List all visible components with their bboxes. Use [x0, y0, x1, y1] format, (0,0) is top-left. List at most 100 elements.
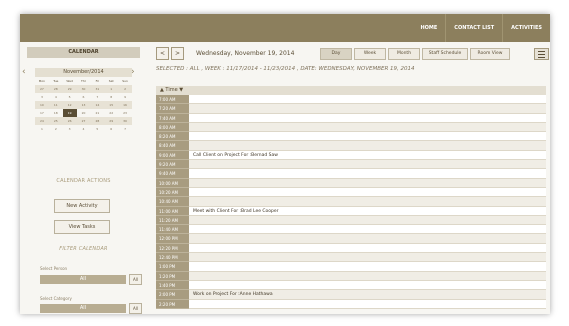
calendar-day[interactable]: 12 [62, 101, 77, 109]
calendar-day[interactable]: 27 [35, 85, 49, 93]
select-person-field[interactable]: All [40, 275, 126, 284]
calendar-day[interactable]: 19 [62, 109, 77, 117]
calendar-day[interactable]: 31 [90, 85, 105, 93]
event-cell[interactable] [189, 253, 546, 263]
calendar-day[interactable]: 4 [77, 125, 91, 133]
schedule-row[interactable]: 2:00 PM Work on Project For :Anne Hathawa [156, 290, 546, 300]
calendar-day[interactable]: 15 [104, 101, 119, 109]
calendar-day[interactable]: 6 [77, 93, 91, 101]
calendar-day[interactable]: 21 [90, 109, 104, 117]
event-cell[interactable] [189, 262, 546, 272]
schedule-row[interactable]: 10:40 AM [156, 197, 546, 207]
event-cell[interactable] [189, 243, 546, 254]
schedule-row[interactable]: 8:00 AM [156, 122, 546, 133]
calendar-day[interactable]: 22 [104, 109, 118, 117]
event-cell[interactable] [189, 113, 546, 123]
event-cell[interactable] [189, 169, 546, 179]
calendar-day[interactable]: 3 [35, 93, 49, 101]
tab-week[interactable]: Week [354, 48, 386, 60]
calendar-day[interactable]: 9 [118, 93, 132, 101]
schedule-row[interactable]: 8:20 AM [156, 132, 546, 142]
calendar-day[interactable]: 3 [63, 125, 77, 133]
calendar-day[interactable]: 5 [90, 125, 104, 133]
event-cell[interactable] [189, 141, 546, 151]
calendar-day[interactable]: 2 [49, 125, 63, 133]
event-cell[interactable] [189, 215, 546, 226]
calendar-day[interactable]: 2 [118, 85, 132, 93]
event-cell[interactable]: Call Client on Project For :Bernad Saw [189, 150, 546, 161]
calendar-day[interactable]: 11 [48, 101, 63, 109]
tab-room-view[interactable]: Room View [470, 48, 510, 60]
schedule-row[interactable]: 7:00 AM [156, 95, 546, 105]
calendar-day[interactable]: 24 [35, 117, 49, 125]
event-cell[interactable] [189, 234, 546, 244]
event-cell[interactable] [189, 178, 546, 188]
schedule-row[interactable]: 12:00 PM [156, 234, 546, 244]
schedule-row[interactable]: 1:20 PM [156, 271, 546, 281]
calendar-day[interactable]: 28 [90, 117, 105, 125]
prev-day-button[interactable]: < [156, 47, 169, 60]
event-cell[interactable] [189, 280, 546, 291]
tab-day[interactable]: Day [320, 48, 352, 60]
calendar-day[interactable]: 17 [35, 109, 49, 117]
calendar-day[interactable]: 1 [104, 85, 119, 93]
schedule-row[interactable]: 9:00 AM Call Client on Project For :Berna… [156, 150, 546, 161]
event-cell[interactable] [189, 104, 546, 114]
calendar-day[interactable]: 29 [62, 85, 77, 93]
new-activity-button[interactable]: New Activity [54, 199, 110, 213]
calendar-day[interactable]: 14 [90, 101, 105, 109]
nav-activities[interactable]: ACTIVITIES [502, 14, 550, 42]
event-cell[interactable] [189, 187, 546, 198]
event-cell[interactable]: Work on Project For :Anne Hathawa [189, 290, 546, 300]
calendar-day[interactable]: 28 [48, 85, 63, 93]
calendar-day[interactable]: 10 [35, 101, 49, 109]
schedule-row[interactable]: 11:00 AM Meet with Client For :Brad Lee C… [156, 206, 546, 216]
event-cell[interactable]: Meet with Client For :Brad Lee Cooper [189, 206, 546, 216]
event-cell[interactable] [189, 132, 546, 142]
schedule-row[interactable]: 7:20 AM [156, 104, 546, 114]
nav-contact-list[interactable]: CONTACT LIST [445, 14, 502, 42]
calendar-day[interactable]: 20 [77, 109, 91, 117]
schedule-row[interactable]: 9:20 AM [156, 160, 546, 170]
schedule-row[interactable]: 11:20 AM [156, 215, 546, 226]
calendar-day[interactable]: 5 [63, 93, 77, 101]
event-cell[interactable] [189, 122, 546, 133]
calendar-day[interactable]: 16 [118, 101, 132, 109]
calendar-day[interactable]: 18 [49, 109, 63, 117]
view-tasks-button[interactable]: View Tasks [54, 220, 110, 234]
calendar-day[interactable]: 1 [35, 125, 49, 133]
time-column-header[interactable]: ▲ Time ▼ [156, 86, 546, 95]
calendar-day[interactable]: 23 [118, 109, 132, 117]
schedule-row[interactable]: 12:20 PM [156, 243, 546, 254]
event-cell[interactable] [189, 271, 546, 281]
schedule-row[interactable]: 10:00 AM [156, 178, 546, 188]
event-cell[interactable] [189, 299, 546, 309]
calendar-day[interactable]: 13 [76, 101, 91, 109]
schedule-row[interactable]: 8:40 AM [156, 141, 546, 151]
event-cell[interactable] [189, 197, 546, 207]
select-category-field[interactable]: All [40, 304, 126, 313]
calendar-day[interactable]: 29 [104, 117, 119, 125]
menu-icon[interactable] [534, 48, 549, 60]
tab-month[interactable]: Month [388, 48, 420, 60]
calendar-day[interactable]: 30 [118, 117, 132, 125]
calendar-day[interactable]: 25 [48, 117, 63, 125]
schedule-row[interactable]: 2:20 PM [156, 299, 546, 309]
schedule-row[interactable]: 7:40 AM [156, 113, 546, 123]
calendar-day[interactable]: 8 [104, 93, 118, 101]
schedule-row[interactable]: 10:20 AM [156, 187, 546, 198]
nav-home[interactable]: HOME [412, 14, 445, 42]
event-cell[interactable] [189, 95, 546, 105]
event-cell[interactable] [189, 160, 546, 170]
schedule-row[interactable]: 1:40 PM [156, 280, 546, 291]
calendar-day[interactable]: 7 [90, 93, 104, 101]
schedule-row[interactable]: 1:00 PM [156, 262, 546, 272]
calendar-day[interactable]: 6 [104, 125, 118, 133]
calendar-day[interactable]: 7 [118, 125, 132, 133]
next-day-button[interactable]: > [171, 47, 184, 60]
calendar-day[interactable]: 4 [49, 93, 63, 101]
prev-month-arrow-icon[interactable]: ‹ [22, 67, 26, 77]
select-person-all-button[interactable]: All [129, 274, 142, 285]
tab-staff-schedule[interactable]: Staff Schedule [422, 48, 468, 60]
calendar-day[interactable]: 27 [76, 117, 91, 125]
